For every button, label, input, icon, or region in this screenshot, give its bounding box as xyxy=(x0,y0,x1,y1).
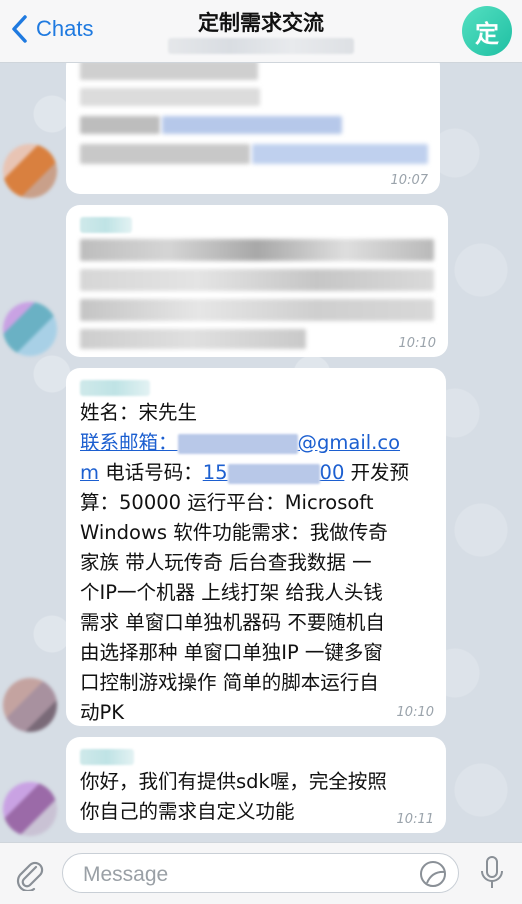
text-fragment: 开发预 xyxy=(344,461,410,484)
redacted-text xyxy=(80,88,260,106)
sender-avatar[interactable] xyxy=(3,302,57,356)
message-time: 10:10 xyxy=(398,336,436,351)
email-tail-link[interactable]: m xyxy=(80,461,99,484)
redacted-text xyxy=(80,239,434,261)
sender-avatar[interactable] xyxy=(3,144,57,198)
redacted-text xyxy=(80,299,434,321)
sender-avatar[interactable] xyxy=(3,678,57,732)
redacted-phone xyxy=(227,463,320,484)
sender-name-redacted xyxy=(80,217,132,233)
text-line: 姓名：宋先生 xyxy=(80,401,198,424)
redacted-text xyxy=(80,60,258,80)
text-line: 由选择那种 单窗口单独IP 一键多窗 xyxy=(80,641,383,664)
message-bubble[interactable]: 10:07 xyxy=(66,52,440,194)
redacted-link xyxy=(162,116,342,134)
message-time: 10:10 xyxy=(396,705,434,720)
redacted-link xyxy=(252,144,428,164)
message-text: 你好，我们有提供sdk喔，完全按照 你自己的需求自定义功能 xyxy=(80,767,432,827)
navigation-bar: Chats 定制需求交流 定 xyxy=(0,0,522,63)
text-line: 口控制游戏操作 简单的脚本运行自 xyxy=(80,671,379,694)
sender-avatar[interactable] xyxy=(3,782,57,836)
text-line: 你好，我们有提供sdk喔，完全按照 xyxy=(80,770,387,793)
phone-label: 电话号码： xyxy=(99,461,203,484)
email-label-link[interactable]: 联系邮箱： xyxy=(80,431,178,454)
redacted-text xyxy=(80,329,306,349)
redacted-text xyxy=(80,116,160,134)
text-line: 算：50000 运行平台：Microsoft xyxy=(80,491,374,514)
message-time: 10:11 xyxy=(396,812,434,827)
chat-title: 定制需求交流 xyxy=(198,11,324,35)
chat-subtitle-redacted xyxy=(168,38,354,54)
text-line: 联系邮箱： @gmail.co xyxy=(80,428,432,458)
microphone-icon[interactable] xyxy=(478,855,506,891)
sender-name-redacted xyxy=(80,749,134,765)
message-bubble[interactable]: 你好，我们有提供sdk喔，完全按照 你自己的需求自定义功能 10:11 xyxy=(66,737,446,833)
message-text: 姓名：宋先生 联系邮箱： @gmail.co m 电话号码：15 00 开发预 算：… xyxy=(80,398,432,728)
message-bubble[interactable]: 10:10 xyxy=(66,205,448,357)
sticker-icon[interactable] xyxy=(418,859,448,889)
sender-name-redacted xyxy=(80,380,150,396)
paperclip-icon[interactable] xyxy=(12,857,46,891)
text-line: 你自己的需求自定义功能 xyxy=(80,800,295,823)
text-line: m 电话号码：15 00 开发预 xyxy=(80,458,432,488)
message-time: 10:07 xyxy=(390,173,428,188)
message-input[interactable] xyxy=(81,860,405,890)
email-domain-link[interactable]: @gmail.co xyxy=(298,431,401,454)
redacted-text xyxy=(80,144,250,164)
text-line: Windows 软件功能需求：我做传奇 xyxy=(80,521,388,544)
phone-end-link[interactable]: 00 xyxy=(320,461,345,484)
phone-start-link[interactable]: 15 xyxy=(203,461,228,484)
text-line: 家族 带人玩传奇 后台查我数据 一 xyxy=(80,551,372,574)
message-bubble[interactable]: 姓名：宋先生 联系邮箱： @gmail.co m 电话号码：15 00 开发预 算：… xyxy=(66,368,446,726)
redacted-text xyxy=(80,269,434,291)
text-line: 需求 单窗口单独机器码 不要随机自 xyxy=(80,611,385,634)
message-input-bar xyxy=(0,842,522,904)
message-field[interactable] xyxy=(62,853,459,893)
chat-avatar[interactable]: 定 xyxy=(462,6,512,56)
text-line: 个IP一个机器 上线打架 给我人头钱 xyxy=(80,581,383,604)
redacted-email xyxy=(177,433,298,454)
text-line: 动PK xyxy=(80,701,125,724)
